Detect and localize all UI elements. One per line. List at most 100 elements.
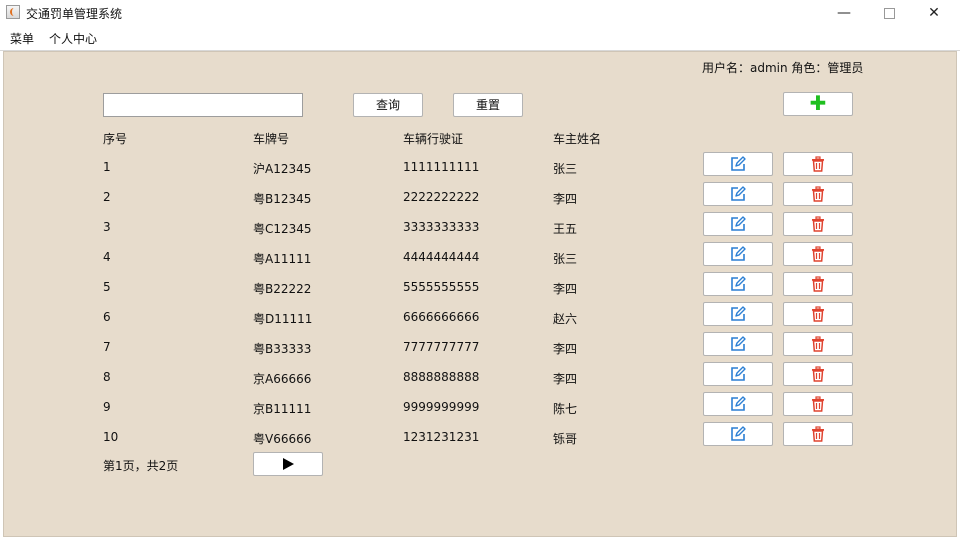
- reset-button[interactable]: 重置: [453, 93, 523, 117]
- delete-button[interactable]: [783, 332, 853, 356]
- cell-license: 4444444444: [403, 250, 480, 264]
- edit-icon: [731, 336, 746, 351]
- search-input[interactable]: [103, 93, 303, 117]
- cell-plate: 粤B12345: [253, 192, 312, 206]
- trash-icon: [812, 246, 824, 262]
- edit-button[interactable]: [703, 422, 773, 446]
- cell-owner: 李四: [553, 192, 578, 206]
- delete-button[interactable]: [783, 362, 853, 386]
- play-icon: [283, 458, 294, 470]
- cell-plate: 京A66666: [253, 372, 312, 386]
- cell-owner: 赵六: [553, 312, 578, 326]
- delete-button[interactable]: [783, 302, 853, 326]
- cell-license: 8888888888: [403, 370, 480, 384]
- cell-index: 6: [103, 310, 111, 324]
- edit-icon: [731, 396, 746, 411]
- delete-button[interactable]: [783, 422, 853, 446]
- edit-icon: [731, 426, 746, 441]
- cell-index: 1: [103, 160, 111, 174]
- user-info: 用户名：admin 角色：管理员: [702, 61, 864, 75]
- edit-button[interactable]: [703, 392, 773, 416]
- edit-icon: [731, 186, 746, 201]
- cell-license: 2222222222: [403, 190, 480, 204]
- trash-icon: [812, 306, 824, 322]
- edit-icon: [731, 156, 746, 171]
- edit-icon: [731, 246, 746, 261]
- edit-icon: [731, 306, 746, 321]
- cell-license: 6666666666: [403, 310, 480, 324]
- cell-owner: 陈七: [553, 402, 578, 416]
- edit-button[interactable]: [703, 332, 773, 356]
- delete-button[interactable]: [783, 392, 853, 416]
- edit-button[interactable]: [703, 152, 773, 176]
- delete-button[interactable]: [783, 182, 853, 206]
- edit-button[interactable]: [703, 212, 773, 236]
- menu-item-personal-center[interactable]: 个人中心: [49, 30, 97, 47]
- edit-button[interactable]: [703, 302, 773, 326]
- delete-button[interactable]: [783, 152, 853, 176]
- java-app-icon: [6, 5, 20, 19]
- cell-index: 4: [103, 250, 111, 264]
- cell-license: 9999999999: [403, 400, 480, 414]
- edit-button[interactable]: [703, 362, 773, 386]
- trash-icon: [812, 186, 824, 202]
- cell-index: 7: [103, 340, 111, 354]
- trash-icon: [812, 276, 824, 292]
- cell-owner: 李四: [553, 282, 578, 296]
- cell-plate: 粤A11111: [253, 252, 312, 266]
- cell-owner: 张三: [553, 162, 578, 176]
- delete-button[interactable]: [783, 272, 853, 296]
- cell-license: 1231231231: [403, 430, 480, 444]
- edit-button[interactable]: [703, 242, 773, 266]
- cell-plate: 京B11111: [253, 402, 312, 416]
- edit-button[interactable]: [703, 272, 773, 296]
- add-button[interactable]: ✚: [783, 92, 853, 116]
- title-bar: 交通罚单管理系统 — ✕: [0, 0, 960, 26]
- cell-license: 5555555555: [403, 280, 480, 294]
- delete-button[interactable]: [783, 212, 853, 236]
- cell-plate: 粤V66666: [253, 432, 312, 446]
- cell-owner: 铄哥: [553, 432, 578, 446]
- cell-license: 7777777777: [403, 340, 480, 354]
- menu-item-menu[interactable]: 菜单: [10, 30, 34, 47]
- cell-index: 8: [103, 370, 111, 384]
- header-plate: 车牌号: [253, 132, 290, 146]
- trash-icon: [812, 396, 824, 412]
- plus-icon: ✚: [809, 91, 827, 115]
- trash-icon: [812, 156, 824, 172]
- query-button[interactable]: 查询: [353, 93, 423, 117]
- window-title: 交通罚单管理系统: [26, 7, 123, 21]
- cell-plate: 粤B22222: [253, 282, 312, 296]
- header-owner: 车主姓名: [553, 132, 602, 146]
- trash-icon: [812, 426, 824, 442]
- maximize-button[interactable]: [866, 0, 912, 26]
- cell-plate: 粤B33333: [253, 342, 312, 356]
- page-info: 第1页，共2页: [103, 459, 179, 473]
- close-button[interactable]: ✕: [911, 0, 957, 26]
- cell-owner: 李四: [553, 342, 578, 356]
- cell-plate: 沪A12345: [253, 162, 312, 176]
- maximize-icon: [883, 7, 895, 19]
- cell-index: 5: [103, 280, 111, 294]
- edit-icon: [731, 366, 746, 381]
- cell-license: 3333333333: [403, 220, 480, 234]
- cell-owner: 张三: [553, 252, 578, 266]
- trash-icon: [812, 366, 824, 382]
- edit-button[interactable]: [703, 182, 773, 206]
- cell-index: 2: [103, 190, 111, 204]
- edit-icon: [731, 216, 746, 231]
- trash-icon: [812, 216, 824, 232]
- delete-button[interactable]: [783, 242, 853, 266]
- trash-icon: [812, 336, 824, 352]
- cell-index: 3: [103, 220, 111, 234]
- cell-license: 1111111111: [403, 160, 480, 174]
- edit-icon: [731, 276, 746, 291]
- next-page-button[interactable]: [253, 452, 323, 476]
- header-index: 序号: [103, 132, 128, 146]
- minimize-button[interactable]: —: [821, 0, 867, 26]
- menu-bar: 菜单 个人中心: [0, 26, 960, 51]
- cell-owner: 王五: [553, 222, 578, 236]
- cell-plate: 粤C12345: [253, 222, 312, 236]
- cell-index: 9: [103, 400, 111, 414]
- cell-owner: 李四: [553, 372, 578, 386]
